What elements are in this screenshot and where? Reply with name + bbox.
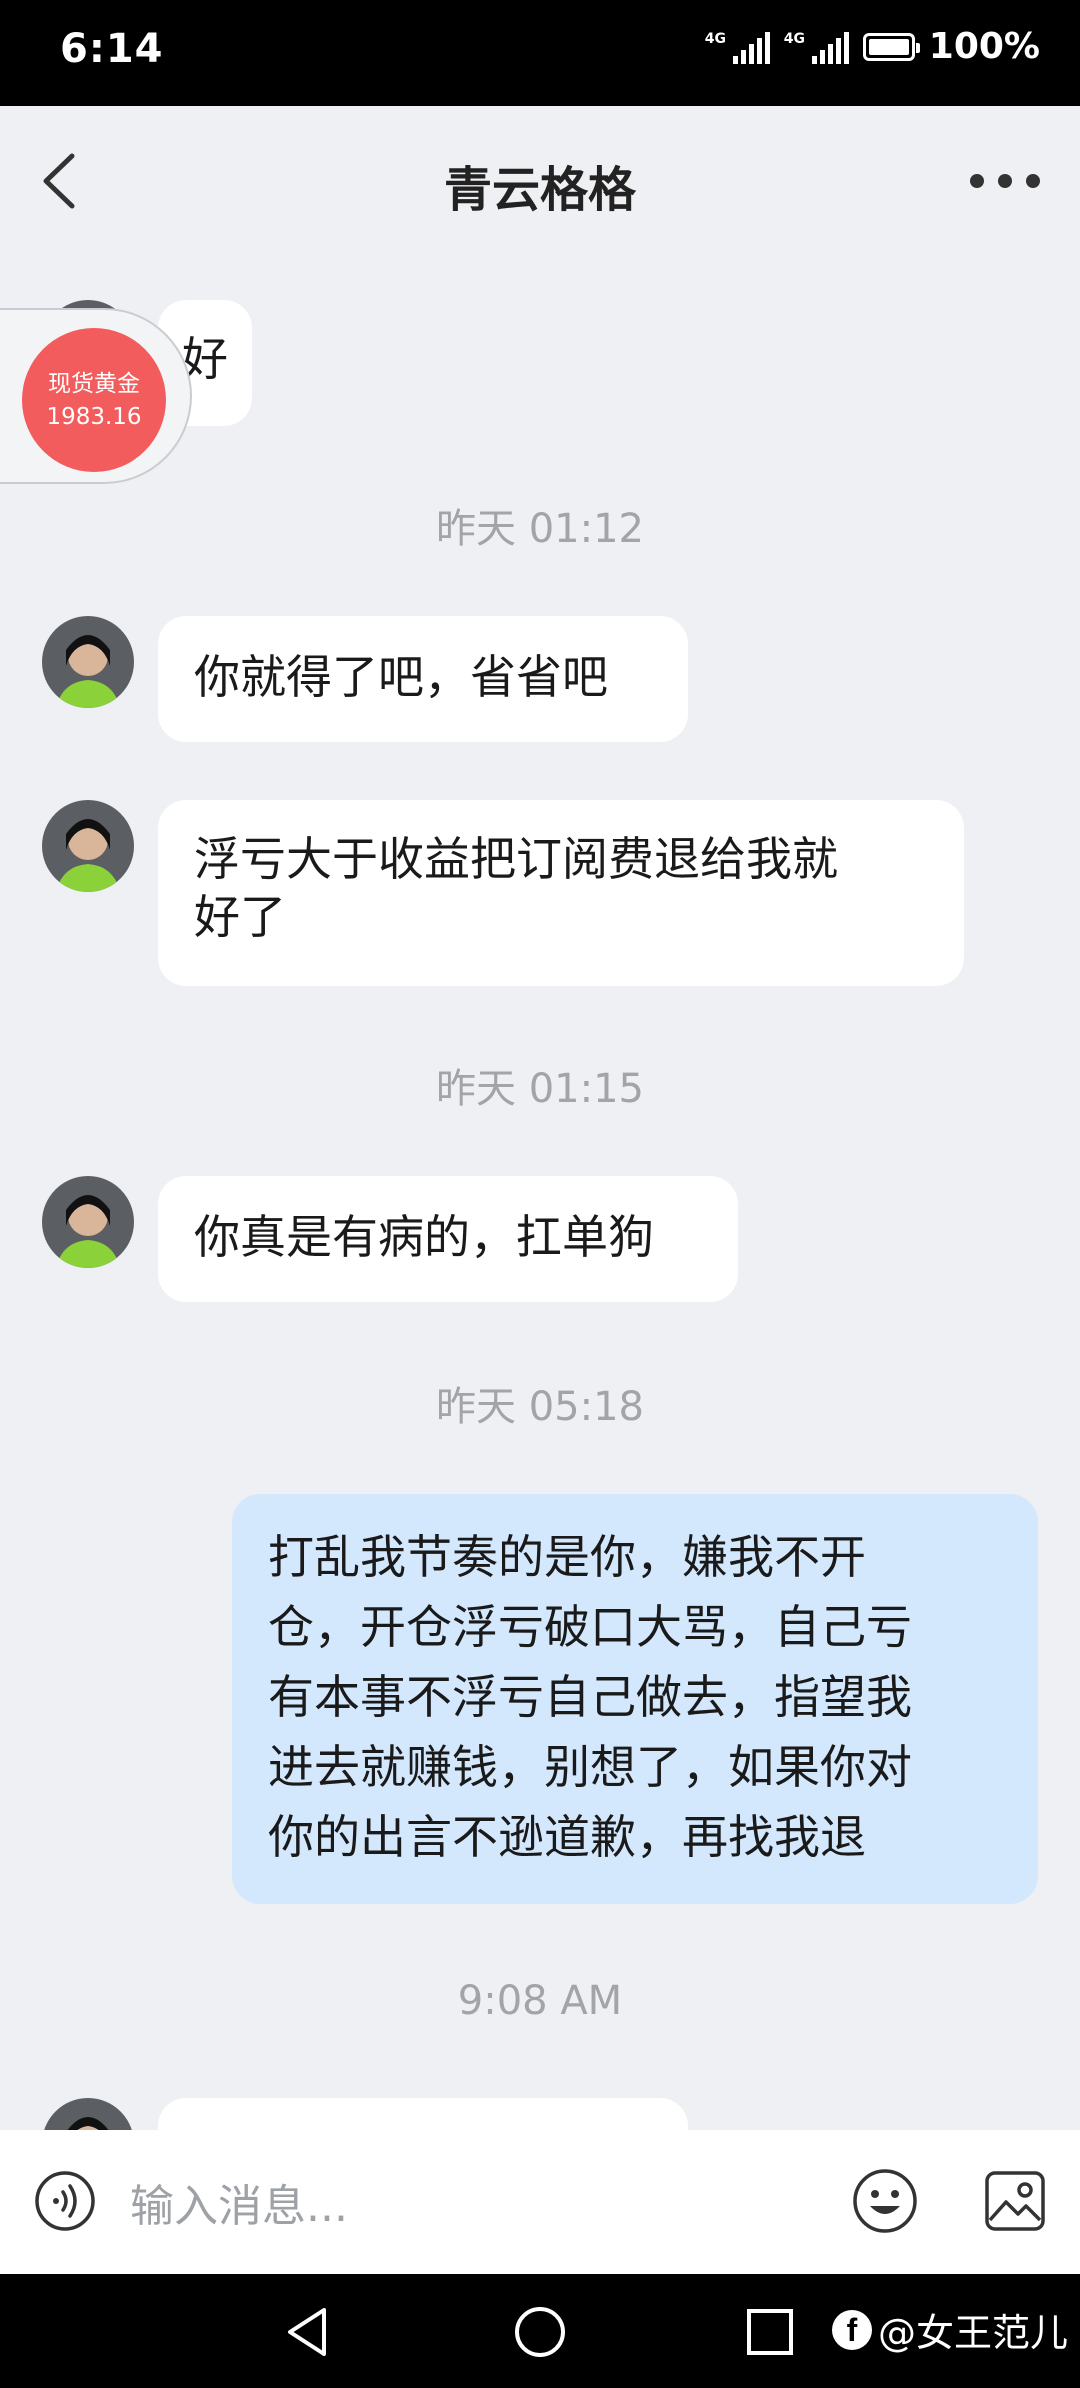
chat-header: 青云格格 <box>0 106 1080 256</box>
more-dots-icon[interactable] <box>970 166 1040 196</box>
facebook-icon: f <box>831 2309 872 2350</box>
status-icons: 4G 4G 100% <box>705 26 1040 67</box>
avatar[interactable] <box>42 2098 134 2130</box>
message-bubble[interactable]: 你就得了吧，省省吧 <box>158 616 688 742</box>
signal-icon: 4G <box>705 30 770 64</box>
battery-icon <box>862 32 920 61</box>
nav-recents-icon[interactable] <box>742 2304 798 2360</box>
message-list[interactable]: 好 现货黄金 1983.16 昨天 01:12 你就得了吧，省省吧 浮亏大于收益… <box>0 256 1080 2130</box>
message-bubble[interactable]: 浮亏大于收益把订阅费退给我就 好了 <box>158 800 964 986</box>
avatar[interactable] <box>42 616 134 708</box>
gold-price-widget[interactable]: 现货黄金 1983.16 <box>0 308 192 484</box>
watermark: f @女王范儿 <box>831 2302 1068 2357</box>
signal-icon: 4G <box>784 30 849 64</box>
battery-percent: 100% <box>928 26 1040 67</box>
input-bar: 输入消息... <box>0 2130 1080 2274</box>
gold-price-badge: 现货黄金 1983.16 <box>22 328 166 472</box>
timestamp: 昨天 05:18 <box>436 1384 644 1430</box>
timestamp: 昨天 01:15 <box>436 1066 644 1112</box>
status-bar: 6:14 4G 4G 100% <box>0 0 1080 106</box>
message-bubble-outgoing[interactable]: 打乱我节奏的是你，嫌我不开 仓，开仓浮亏破口大骂，自己亏 有本事不浮亏自己做去，… <box>232 1494 1038 1904</box>
message-input[interactable]: 输入消息... <box>130 2170 348 2234</box>
avatar[interactable] <box>42 800 134 892</box>
nav-home-icon[interactable] <box>512 2304 568 2360</box>
voice-icon[interactable] <box>34 2170 96 2232</box>
gold-label: 现货黄金 <box>48 371 140 397</box>
timestamp: 9:08 AM <box>457 1978 623 2024</box>
emoji-icon[interactable] <box>852 2168 918 2234</box>
avatar[interactable] <box>42 1176 134 1268</box>
message-bubble[interactable]: 你真是有病的，扛单狗 <box>158 1176 738 1302</box>
image-icon[interactable] <box>984 2170 1046 2232</box>
nav-back-icon[interactable] <box>280 2304 336 2360</box>
message-bubble[interactable] <box>158 2098 688 2130</box>
system-nav-bar: f @女王范儿 <box>0 2274 1080 2388</box>
chat-title: 青云格格 <box>443 162 636 218</box>
status-time: 6:14 <box>60 26 164 72</box>
gold-value: 1983.16 <box>46 404 142 430</box>
timestamp: 昨天 01:12 <box>436 506 644 552</box>
